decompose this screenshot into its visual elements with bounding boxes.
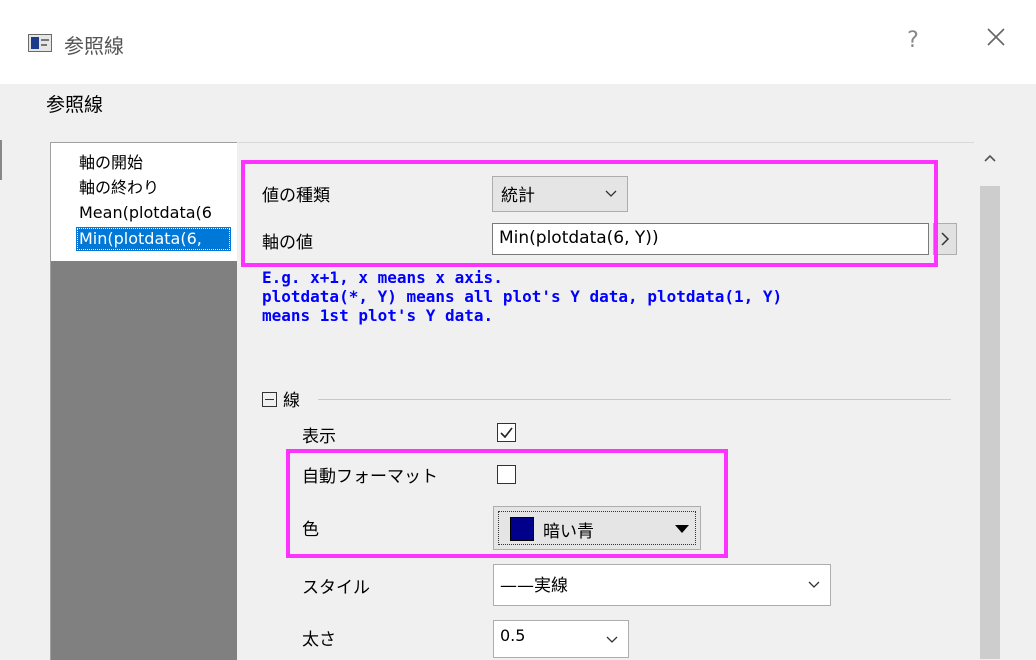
chevron-right-icon [941, 232, 950, 246]
width-value: 0.5 [500, 626, 526, 645]
show-checkbox[interactable] [497, 423, 516, 442]
style-dropdown[interactable]: ——実線 [493, 564, 831, 606]
style-label: スタイル [302, 578, 370, 598]
line-group-title: 線 [283, 391, 300, 411]
color-value: 暗い青 [543, 522, 594, 542]
list-item[interactable]: 軸の開始 [79, 151, 234, 175]
list-item-selected[interactable]: Min(plotdata(6, [76, 227, 231, 251]
left-edge [0, 140, 2, 180]
line-group-header[interactable]: 線 [262, 386, 300, 411]
scroll-thumb[interactable] [980, 186, 1000, 659]
app-icon [28, 34, 52, 52]
value-type-dropdown[interactable]: 統計 [492, 176, 628, 212]
value-type-label: 値の種類 [262, 186, 330, 206]
color-dropdown-focus: 暗い青 [498, 511, 696, 545]
collapse-icon[interactable] [262, 392, 277, 407]
width-dropdown[interactable]: 0.5 [493, 620, 629, 658]
width-label: 太さ [302, 630, 336, 650]
close-button[interactable] [974, 26, 1018, 56]
color-dropdown[interactable]: 暗い青 [493, 506, 701, 550]
show-label: 表示 [302, 427, 336, 447]
scroll-up-button[interactable] [980, 148, 1000, 168]
axis-value-input[interactable]: Min(plotdata(6, Y)) [492, 223, 929, 255]
value-type-value: 統計 [501, 186, 535, 206]
window-title: 参照線 [64, 34, 124, 58]
dropdown-arrow-icon [675, 525, 689, 533]
auto-format-checkbox[interactable] [497, 465, 516, 484]
expression-menu-button[interactable] [933, 223, 957, 255]
color-label: 色 [302, 520, 319, 540]
style-value: ——実線 [500, 576, 568, 596]
color-swatch [510, 517, 534, 541]
chevron-down-icon [808, 581, 820, 588]
group-divider [318, 399, 951, 400]
chevron-up-icon [984, 154, 996, 162]
title-bar: 参照線 ? [0, 0, 1036, 84]
list-item[interactable]: 軸の終わり [79, 176, 234, 200]
vertical-scrollbar[interactable] [974, 142, 1006, 659]
help-button[interactable]: ? [898, 26, 928, 56]
axis-value-text: Min(plotdata(6, Y)) [499, 228, 659, 248]
chevron-down-icon [606, 636, 618, 643]
auto-format-label: 自動フォーマット [302, 467, 438, 487]
chevron-down-icon [605, 190, 617, 197]
check-icon [500, 427, 513, 439]
axis-value-label: 軸の値 [262, 233, 313, 253]
list-item[interactable]: Mean(plotdata(6 [79, 201, 234, 225]
reference-line-list[interactable]: 軸の開始 軸の終わり Mean(plotdata(6 Min(plotdata(… [50, 142, 237, 660]
expression-hint: E.g. x+1, x means x axis. plotdata(*, Y)… [262, 268, 783, 325]
section-title: 参照線 [46, 94, 104, 116]
close-icon [987, 28, 1005, 46]
